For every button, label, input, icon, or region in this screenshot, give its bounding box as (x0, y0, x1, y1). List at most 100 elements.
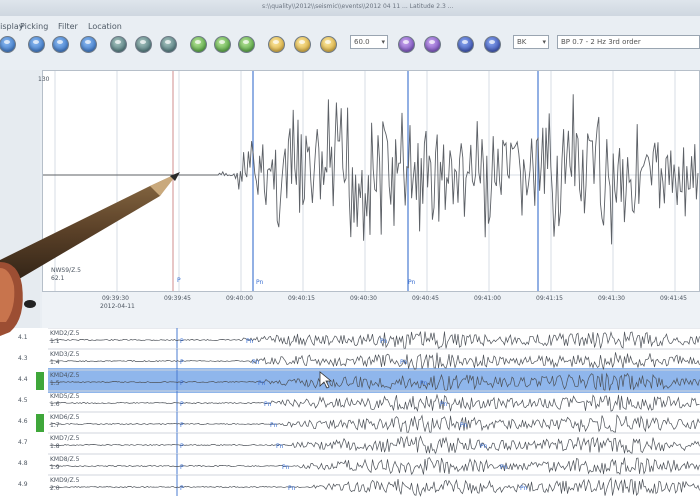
station-sub-label: 1.6 (50, 401, 60, 408)
pick-marker-pn-2[interactable]: Pn (408, 279, 415, 286)
filter-select[interactable]: BP 0.7 - 2 Hz 3rd order (557, 35, 700, 49)
main-station-sub: 62.1 (51, 275, 65, 282)
phase-marker[interactable]: Pn (270, 422, 277, 429)
phase-marker[interactable]: Pn (282, 464, 289, 471)
station-sub-label: 1.8 (50, 443, 60, 450)
filter-value: BP 0.7 - 2 Hz 3rd order (561, 38, 641, 46)
phase-marker[interactable]: Pn (500, 464, 507, 471)
station-label: KMD3/Z.5 (50, 351, 80, 358)
station-label: KMD2/Z.5 (50, 330, 80, 337)
prev-trace-button[interactable] (0, 36, 16, 53)
station-sub-label: 1.1 (50, 338, 60, 345)
phase-marker[interactable]: Pn (440, 401, 447, 408)
pick-marker-pn-1[interactable]: Pn (256, 279, 263, 286)
station-waveform (49, 331, 700, 350)
phase-marker[interactable]: Pn (276, 443, 283, 450)
zoom-reset-button[interactable] (160, 36, 177, 53)
chevron-down-icon: ▾ (542, 38, 546, 46)
phase-marker[interactable]: P (180, 338, 184, 345)
station-label: KMD4/Z.5 (50, 372, 80, 379)
station-label: KMD9/Z.5 (50, 477, 80, 484)
time-window-value: 60.0 (354, 38, 370, 46)
menu-filter[interactable]: Filter (58, 22, 78, 31)
main-station-label: NWS9/Z.5 (51, 267, 81, 274)
phase-marker[interactable]: Pn (246, 338, 253, 345)
filter-2-button[interactable] (294, 36, 311, 53)
side-magnitude-label: 4.1 (18, 334, 28, 341)
station-label: KMD6/Z.5 (50, 414, 80, 421)
time-tick-4: 09:40:15 (288, 295, 315, 302)
phase-marker[interactable]: Pn (400, 359, 407, 366)
main-waveform-svg (43, 71, 699, 291)
phase-marker[interactable]: Pn (480, 443, 487, 450)
main-y-top-label: 130 (38, 76, 50, 83)
time-tick-6: 09:40:45 (412, 295, 439, 302)
station-sub-label: 2.0 (50, 485, 60, 492)
station-label: KMD5/Z.5 (50, 393, 80, 400)
station-waveform (49, 457, 700, 476)
station-waveform (49, 352, 700, 370)
phase-marker[interactable]: Pn (288, 485, 295, 492)
component-value: BK (517, 38, 527, 46)
time-tick-10: 09:41:45 (660, 295, 687, 302)
side-magnitude-label: 4.9 (18, 481, 28, 488)
trace-sidebar (0, 70, 40, 328)
time-tick-3: 09:40:00 (226, 295, 253, 302)
locate-button[interactable] (238, 36, 255, 53)
trace-select-marker (36, 414, 44, 432)
phase-marker[interactable]: P (180, 485, 184, 492)
station-traces-svg (36, 328, 700, 497)
pick-s-button[interactable] (214, 36, 231, 53)
phase-marker[interactable]: Pn (520, 485, 527, 492)
time-tick-1: 09:39:30 (102, 295, 129, 302)
phase-marker[interactable]: P (180, 464, 184, 471)
side-magnitude-label: 4.7 (18, 439, 28, 446)
phase-marker[interactable]: Pn (460, 422, 467, 429)
station-sub-label: 1.7 (50, 422, 60, 429)
phase-marker[interactable]: P (180, 422, 184, 429)
window-title: s:\\quality\\2012\\seismic\\events\\2012… (262, 3, 454, 10)
phase-marker[interactable]: P (180, 380, 184, 387)
scroll-right-button[interactable] (484, 36, 501, 53)
time-tick-8: 09:41:15 (536, 295, 563, 302)
side-magnitude-label: 4.8 (18, 460, 28, 467)
station-sub-label: 1.9 (50, 464, 60, 471)
scroll-left-button[interactable] (457, 36, 474, 53)
phase-marker[interactable]: Pn (264, 401, 271, 408)
zoom-in-button[interactable] (110, 36, 127, 53)
zoom-out-button[interactable] (135, 36, 152, 53)
phase-marker[interactable]: Pn (258, 380, 265, 387)
phase-marker[interactable]: Pn (420, 380, 427, 387)
window-titlebar: s:\\quality\\2012\\seismic\\events\\2012… (0, 0, 700, 16)
time-axis: 09:39:30 09:39:45 09:40:00 09:40:15 09:4… (42, 292, 700, 328)
up-arrow-button[interactable] (80, 36, 97, 53)
phase-marker[interactable]: P (180, 359, 184, 366)
info-button[interactable] (52, 36, 69, 53)
time-window-select[interactable]: 60.0 ▾ (350, 35, 388, 49)
phase-marker[interactable]: P (180, 401, 184, 408)
station-label: KMD7/Z.5 (50, 435, 80, 442)
time-tick-9: 09:41:30 (598, 295, 625, 302)
menu-picking[interactable]: Picking (20, 22, 48, 31)
main-seismogram[interactable]: NWS9/Z.5 62.1 130 P Pn Pn (38, 70, 700, 292)
phase-marker[interactable]: Pn (252, 359, 259, 366)
component-select[interactable]: BK ▾ (513, 35, 549, 49)
pick-marker-p[interactable]: P (177, 277, 181, 284)
amplitude-up-button[interactable] (398, 36, 415, 53)
station-traces-panel[interactable]: KMD2/Z.5 1.1 4.1 P Pn Pn KMD3/Z.5 1.4 4.3 P Pn Pn KM… (0, 328, 700, 500)
time-axis-date: 2012-04-11 (100, 303, 135, 310)
side-magnitude-label: 4.6 (18, 418, 28, 425)
selected-trace-highlight (48, 368, 700, 393)
station-sub-label: 1.5 (50, 380, 60, 387)
chevron-down-icon: ▾ (381, 38, 385, 46)
amplitude-down-button[interactable] (424, 36, 441, 53)
help-button[interactable] (28, 36, 45, 53)
filter-1-button[interactable] (268, 36, 285, 53)
station-waveform (49, 477, 700, 497)
menu-location[interactable]: Location (88, 22, 122, 31)
pick-p-button[interactable] (190, 36, 207, 53)
station-waveform (49, 393, 700, 413)
phase-marker[interactable]: P (180, 443, 184, 450)
phase-marker[interactable]: Pn (380, 338, 387, 345)
filter-3-button[interactable] (320, 36, 337, 53)
